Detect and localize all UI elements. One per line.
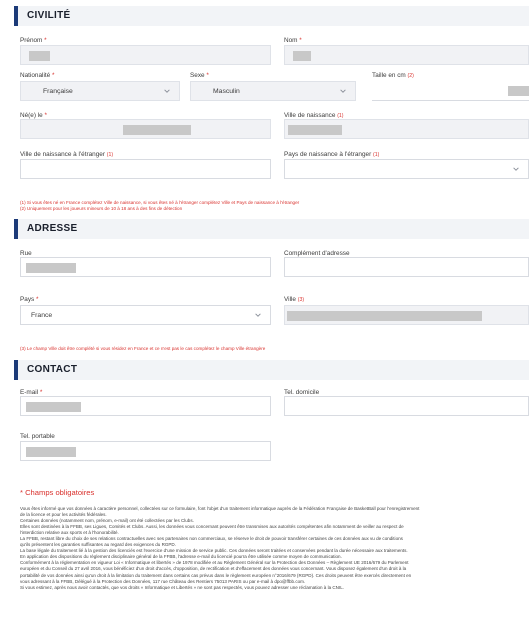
sexe-value: Masculin (213, 88, 240, 95)
pays-naissance-select[interactable] (284, 159, 529, 179)
adresse-note-3: (3) Le champ Ville doit être complété si… (20, 346, 266, 351)
chevron-down-icon (255, 313, 261, 317)
nationalite-label: Nationalité * (20, 72, 55, 79)
civilite-note-1: (1) Si vous êtes né en France complétez … (20, 200, 300, 205)
section-header-contact: CONTACT (14, 360, 529, 380)
legal-notice: Vous êtes informé que vos données à cara… (20, 506, 529, 591)
prenom-field[interactable] (20, 45, 271, 65)
sexe-label: Sexe * (190, 72, 209, 79)
nom-label: Nom * (284, 37, 302, 44)
tel-portable-label: Tel. portable (20, 433, 55, 440)
ville-etranger-label: Ville de naissance à l'étranger (1) (20, 151, 114, 158)
date-naissance-field[interactable] (20, 119, 271, 139)
legal-line: Si vous estimez, après nous avoir contac… (20, 584, 345, 590)
chevron-down-icon (164, 89, 170, 93)
ville-label: Ville (3) (284, 296, 305, 303)
ne-le-label: Né(e) le * (20, 112, 48, 119)
section-title: CONTACT (27, 364, 78, 375)
complement-label: Complément d'adresse (284, 250, 350, 257)
required-fields-note: * Champs obligatoires (20, 488, 95, 497)
section-title: CIVILITÉ (27, 10, 71, 21)
email-label: E-mail * (20, 389, 43, 396)
tel-portable-field[interactable] (20, 441, 271, 461)
email-field[interactable] (20, 396, 271, 416)
ville-naissance-label: Ville de naissance (1) (284, 112, 344, 119)
nationalite-value: Française (43, 88, 73, 95)
nom-field[interactable] (284, 45, 529, 65)
ville-etranger-field[interactable] (20, 159, 271, 179)
prenom-label: Prénom * (20, 37, 47, 44)
section-header-civilite: CIVILITÉ (14, 6, 529, 26)
nationalite-select[interactable]: Française (20, 81, 180, 101)
rue-label: Rue (20, 250, 32, 257)
tel-domicile-field[interactable] (284, 396, 529, 416)
ville-naissance-field[interactable] (284, 119, 529, 139)
rue-field[interactable] (20, 257, 271, 277)
pays-label: Pays * (20, 296, 39, 303)
chevron-down-icon (340, 89, 346, 93)
tel-domicile-label: Tel. domicile (284, 389, 320, 396)
pays-naissance-label: Pays de naissance à l'étranger (1) (284, 151, 380, 158)
section-title: ADRESSE (27, 223, 78, 234)
taille-field[interactable] (372, 81, 529, 101)
sexe-select[interactable]: Masculin (190, 81, 356, 101)
pays-value: France (31, 312, 53, 319)
section-header-adresse: ADRESSE (14, 219, 529, 239)
pays-select[interactable]: France (20, 305, 271, 325)
civilite-note-2: (2) Uniquement pour les joueurs mineurs … (20, 206, 183, 211)
ville-field[interactable] (284, 305, 529, 325)
taille-label: Taille en cm (2) (372, 72, 414, 79)
chevron-down-icon (513, 167, 519, 171)
complement-field[interactable] (284, 257, 529, 277)
